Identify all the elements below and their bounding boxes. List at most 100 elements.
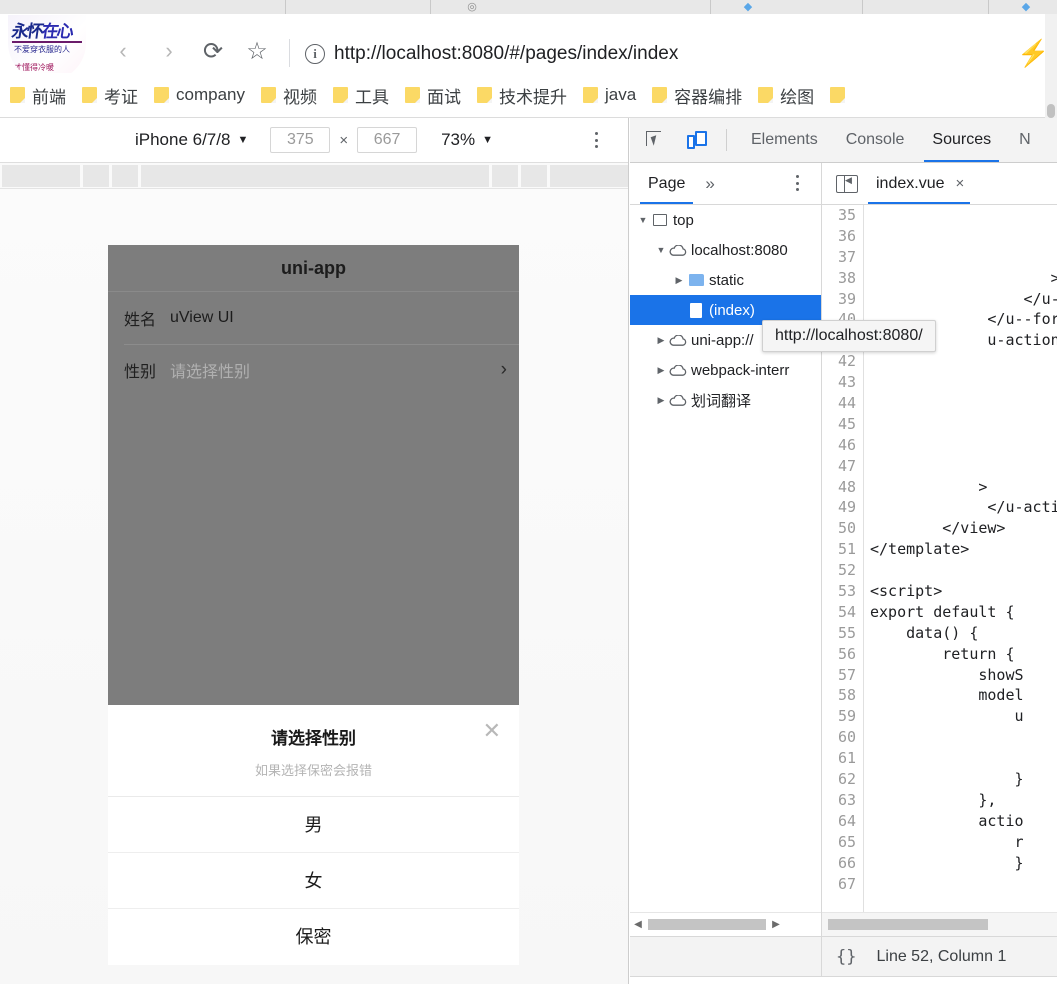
- scroll-right-icon[interactable]: ▶: [768, 919, 784, 930]
- twisty-icon[interactable]: ▼: [654, 245, 668, 255]
- scroll-thumb[interactable]: [828, 919, 988, 930]
- more-tabs-icon[interactable]: »: [705, 174, 714, 194]
- tree-node-label: static: [709, 271, 745, 289]
- twisty-icon[interactable]: ▶: [654, 365, 668, 376]
- code-text: u: [870, 707, 1024, 726]
- tab-elements[interactable]: Elements: [737, 118, 832, 162]
- line-number: 65: [837, 832, 856, 851]
- twisty-icon[interactable]: ▶: [672, 275, 686, 286]
- tree-node-localhost[interactable]: ▼ localhost:8080: [630, 235, 821, 265]
- folder-icon: [686, 274, 706, 286]
- code-line: 59 u: [822, 706, 1057, 727]
- drawer-tab-label: What's New: [763, 977, 848, 984]
- tree-node-webpack[interactable]: ▶ webpack-interr: [630, 355, 821, 385]
- line-number: 64: [837, 811, 856, 830]
- collapse-navigator-icon[interactable]: [836, 174, 858, 193]
- bookmark-item[interactable]: [830, 87, 852, 103]
- action-sheet-item-secret[interactable]: 保密: [108, 909, 519, 965]
- line-number: 43: [837, 373, 856, 392]
- sources-subtoolbar: Page » index.vue ×: [630, 163, 1057, 205]
- tree-node-static[interactable]: ▶ static: [630, 265, 821, 295]
- tree-node-translate[interactable]: ▶ 划词翻译: [630, 385, 821, 415]
- line-number: 35: [837, 206, 856, 224]
- line-number: 48: [837, 477, 856, 496]
- device-width-input[interactable]: 375: [270, 127, 331, 153]
- address-bar[interactable]: i http://localhost:8080/#/pages/index/in…: [305, 37, 678, 71]
- bookmark-item[interactable]: java: [582, 85, 636, 105]
- device-select[interactable]: iPhone 6/7/8 ▼: [135, 130, 248, 150]
- browser-window: ◎ ◆ ◆ 永怀在心 不爱穿衣服的人 才懂得冷暖 ‹ › ⟳ ☆ i http:…: [0, 0, 1057, 984]
- devtools-drawer: Console What's New ×: [630, 976, 1057, 984]
- code-text: </u-f: [870, 289, 1057, 308]
- twisty-icon[interactable]: ▶: [654, 395, 668, 406]
- file-tab-index-vue[interactable]: index.vue ×: [867, 163, 971, 204]
- tree-node-label: localhost:8080: [691, 241, 788, 259]
- code-text: :: [870, 352, 1057, 371]
- form-row-name[interactable]: 姓名 uView UI: [108, 292, 519, 344]
- action-sheet-item-female[interactable]: 女: [108, 853, 519, 909]
- code-line: 67: [822, 874, 1057, 895]
- bookmark-item[interactable]: 视频: [260, 83, 317, 108]
- bookmark-item[interactable]: 前端: [10, 83, 66, 108]
- tab-network[interactable]: N: [1005, 118, 1045, 162]
- editor-horizontal-scrollbar[interactable]: [822, 912, 1057, 936]
- back-button[interactable]: ‹: [106, 34, 140, 68]
- tab-sources[interactable]: Sources: [918, 118, 1005, 162]
- format-code-icon[interactable]: {}: [836, 947, 856, 967]
- close-icon[interactable]: ×: [859, 977, 868, 984]
- lightning-icon[interactable]: ⚡: [1017, 36, 1049, 70]
- device-emulation-pane: iPhone 6/7/8 ▼ 375 × 667 73% ▼ uni-app 姓…: [0, 118, 629, 984]
- bookmark-item[interactable]: 容器编排: [652, 83, 742, 108]
- bookmark-item[interactable]: 考证: [82, 83, 138, 108]
- info-circle-icon[interactable]: i: [305, 44, 325, 64]
- bookmark-item[interactable]: 工具: [332, 83, 389, 108]
- code-text: },: [870, 790, 997, 809]
- drawer-tab-whats-new[interactable]: What's New ×: [763, 977, 868, 984]
- line-number: 67: [837, 874, 856, 893]
- scroll-thumb[interactable]: [648, 919, 766, 930]
- action-sheet-header: 请选择性别 如果选择保密会报错 ✕: [108, 705, 519, 797]
- bookmarks-bar: 前端 考证 company 视频 工具 面试 技术提升 java 容器编排 绘图: [0, 73, 1057, 118]
- navigator-tab-page[interactable]: Page: [639, 163, 694, 204]
- code-line: 48 >: [822, 477, 1057, 498]
- forward-button[interactable]: ›: [152, 34, 186, 68]
- close-icon[interactable]: ×: [956, 163, 965, 204]
- form-row-gender[interactable]: 性别 请选择性别 ›: [108, 344, 519, 396]
- device-height-input[interactable]: 667: [357, 127, 418, 153]
- bookmark-item[interactable]: 面试: [404, 83, 461, 108]
- form-label: 性别: [124, 364, 157, 381]
- drawer-tab-console[interactable]: Console: [682, 977, 741, 984]
- code-line: 61: [822, 748, 1057, 769]
- line-number: 57: [837, 665, 856, 684]
- bookmark-item[interactable]: 技术提升: [476, 83, 567, 108]
- tree-node-top[interactable]: ▼ top: [630, 205, 821, 235]
- inspect-element-icon[interactable]: [638, 123, 672, 157]
- tab-console[interactable]: Console: [832, 118, 919, 162]
- twisty-icon[interactable]: ▶: [654, 335, 668, 346]
- kebab-menu-icon[interactable]: [586, 128, 606, 152]
- navigator-horizontal-scrollbar[interactable]: ◀ ▶: [630, 912, 821, 936]
- navigator-header: Page »: [630, 163, 822, 204]
- bookmark-item[interactable]: company: [154, 85, 245, 105]
- tab-favicon: ◆: [743, 1, 753, 13]
- star-icon[interactable]: ☆: [240, 34, 274, 68]
- kebab-menu-icon[interactable]: [789, 172, 805, 194]
- chevron-right-icon: ›: [500, 359, 507, 380]
- cloud-icon: [668, 364, 688, 376]
- zoom-value: 73%: [441, 130, 476, 149]
- reload-icon[interactable]: ⟳: [196, 34, 230, 68]
- scroll-thumb[interactable]: [1047, 104, 1055, 118]
- code-editor[interactable]: 35363738 >39 </u-f40 </u--form41 u-actio…: [822, 205, 1057, 936]
- folder-icon: [830, 87, 846, 103]
- device-toolbar-icon[interactable]: [680, 123, 714, 157]
- window-scrollbar[interactable]: [1045, 14, 1057, 118]
- code-text: }: [870, 770, 1024, 789]
- folder-icon: [332, 87, 348, 103]
- bookmark-item[interactable]: 绘图: [758, 83, 814, 108]
- zoom-select[interactable]: 73% ▼: [441, 130, 493, 150]
- action-sheet-item-male[interactable]: 男: [108, 797, 519, 853]
- twisty-icon[interactable]: ▼: [636, 215, 650, 225]
- cloud-icon: [668, 334, 688, 346]
- close-icon[interactable]: ✕: [483, 720, 501, 742]
- scroll-left-icon[interactable]: ◀: [630, 919, 646, 930]
